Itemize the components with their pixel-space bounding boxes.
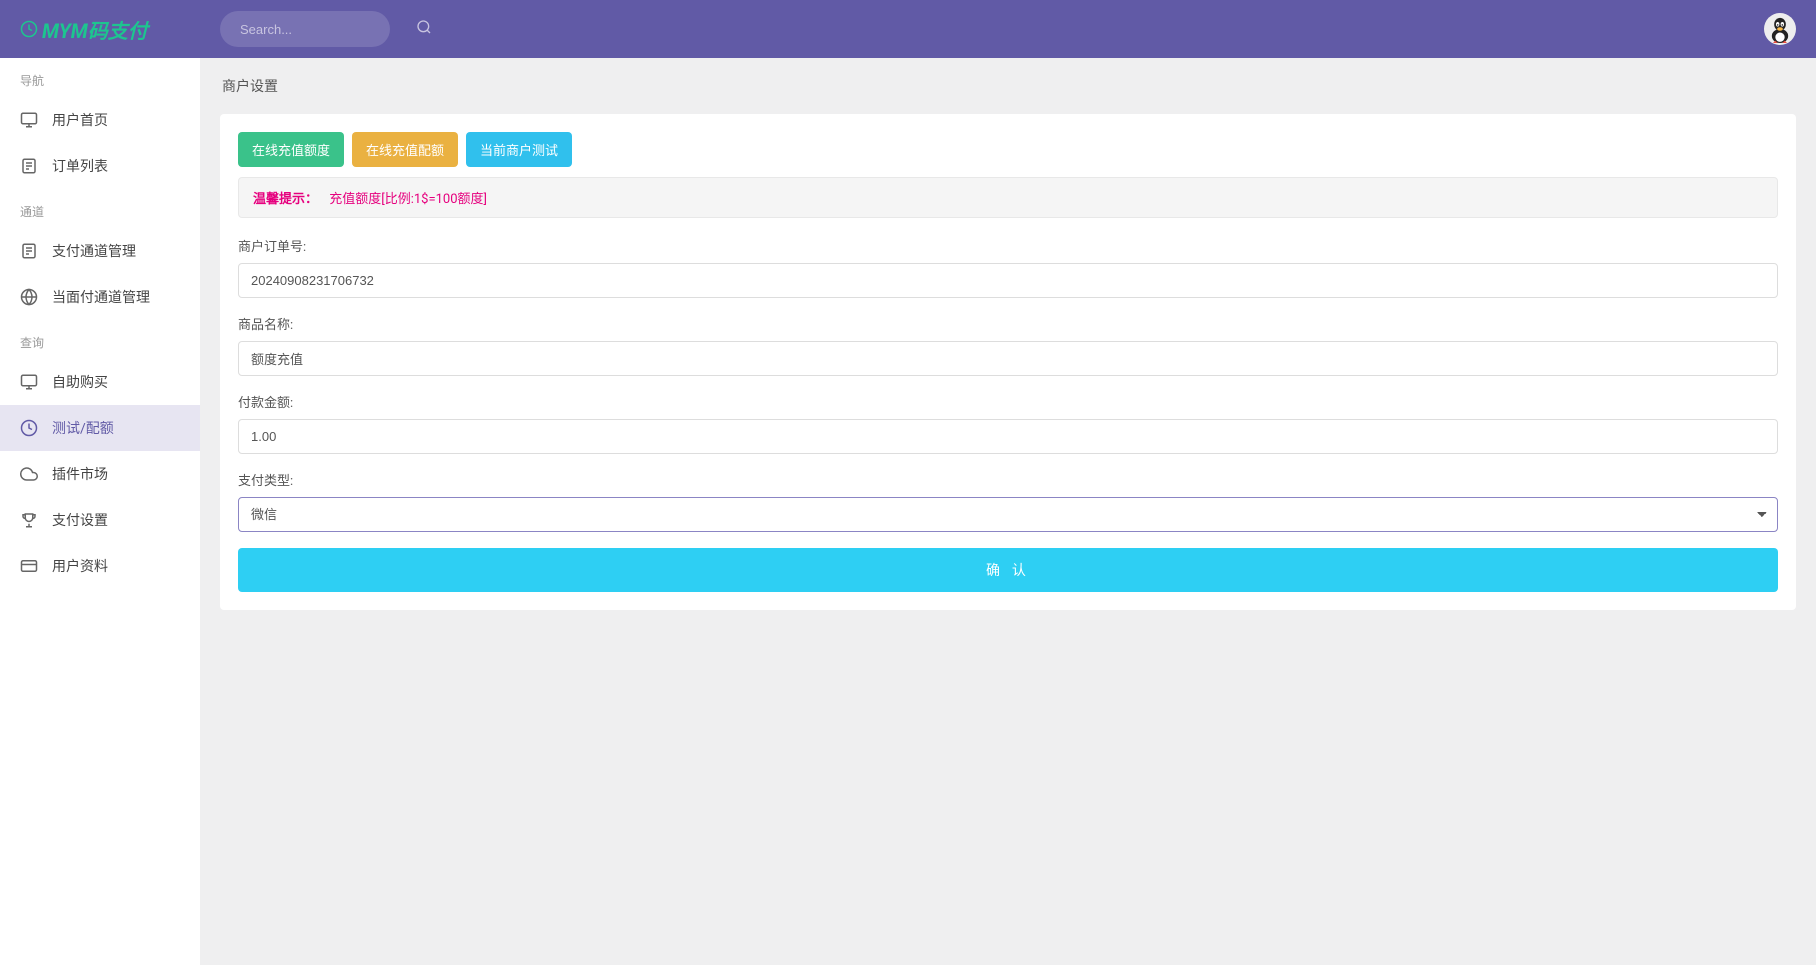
sidebar-item-label: 当面付通道管理 <box>52 287 150 307</box>
sidebar-item-selfbuy[interactable]: 自助购买 <box>0 359 200 405</box>
sidebar-item-label: 插件市场 <box>52 464 108 484</box>
sidebar-item-pay-settings[interactable]: 支付设置 <box>0 497 200 543</box>
list-icon <box>20 242 38 260</box>
sidebar-item-orders[interactable]: 订单列表 <box>0 143 200 189</box>
globe-icon <box>20 288 38 306</box>
sidebar-item-plugin-market[interactable]: 插件市场 <box>0 451 200 497</box>
sidebar-item-label: 订单列表 <box>52 156 108 176</box>
paytype-label: 支付类型: <box>238 470 1778 489</box>
tab-buttons: 在线充值额度 在线充值配额 当前商户测试 <box>238 132 1778 167</box>
logo-icon <box>20 20 38 38</box>
alert-tip: 温馨提示： 充值额度[比例:1$=100额度] <box>238 177 1778 218</box>
search-icon[interactable] <box>416 19 432 39</box>
amount-label: 付款金额: <box>238 392 1778 411</box>
form-group-amount: 付款金额: <box>238 392 1778 454</box>
sidebar-section-channel: 通道 <box>0 189 200 228</box>
monitor-icon <box>20 111 38 129</box>
alert-label: 温馨提示： <box>253 192 318 207</box>
sidebar-item-test-quota[interactable]: 测试/配额 <box>0 405 200 451</box>
amount-input[interactable] <box>238 419 1778 454</box>
form-group-product: 商品名称: <box>238 314 1778 376</box>
search-input[interactable] <box>240 22 416 37</box>
order-input[interactable] <box>238 263 1778 298</box>
trophy-icon <box>20 511 38 529</box>
sidebar-item-face-pay[interactable]: 当面付通道管理 <box>0 274 200 320</box>
main-content: 商户设置 在线充值额度 在线充值配额 当前商户测试 温馨提示： 充值额度[比例:… <box>200 58 1816 965</box>
sidebar-section-query: 查询 <box>0 320 200 359</box>
logo[interactable]: MYM码支付 <box>20 15 200 44</box>
cloud-icon <box>20 465 38 483</box>
card-icon <box>20 557 38 575</box>
sidebar-section-nav: 导航 <box>0 58 200 97</box>
clock-icon <box>20 419 38 437</box>
sidebar-item-label: 用户资料 <box>52 556 108 576</box>
sidebar-item-user-profile[interactable]: 用户资料 <box>0 543 200 589</box>
order-label: 商户订单号: <box>238 236 1778 255</box>
product-input[interactable] <box>238 341 1778 376</box>
list-icon <box>20 157 38 175</box>
page-title: 商户设置 <box>200 58 1816 114</box>
sidebar-item-home[interactable]: 用户首页 <box>0 97 200 143</box>
paytype-select[interactable]: 微信 <box>238 497 1778 532</box>
avatar[interactable] <box>1764 13 1796 45</box>
form-group-paytype: 支付类型: 微信 <box>238 470 1778 532</box>
sidebar-item-label: 支付通道管理 <box>52 241 136 261</box>
sidebar-item-label: 用户首页 <box>52 110 108 130</box>
tab-recharge-limit[interactable]: 在线充值额度 <box>238 132 344 167</box>
card: 在线充值额度 在线充值配额 当前商户测试 温馨提示： 充值额度[比例:1$=10… <box>220 114 1796 610</box>
alert-text: 充值额度[比例:1$=100额度] <box>329 192 487 207</box>
header: MYM码支付 <box>0 0 1816 58</box>
sidebar-item-label: 测试/配额 <box>52 418 114 438</box>
form-group-order: 商户订单号: <box>238 236 1778 298</box>
sidebar-item-pay-channel[interactable]: 支付通道管理 <box>0 228 200 274</box>
tab-recharge-quota[interactable]: 在线充值配额 <box>352 132 458 167</box>
tab-merchant-test[interactable]: 当前商户测试 <box>466 132 572 167</box>
monitor-icon <box>20 373 38 391</box>
sidebar-item-label: 支付设置 <box>52 510 108 530</box>
sidebar: 导航 用户首页 订单列表 通道 支付通道管理 当面付通道管理 查询 自助购买 测… <box>0 58 200 965</box>
logo-text: MYM码支付 <box>42 15 148 44</box>
search-box[interactable] <box>220 11 390 47</box>
submit-button[interactable]: 确 认 <box>238 548 1778 592</box>
sidebar-item-label: 自助购买 <box>52 372 108 392</box>
product-label: 商品名称: <box>238 314 1778 333</box>
